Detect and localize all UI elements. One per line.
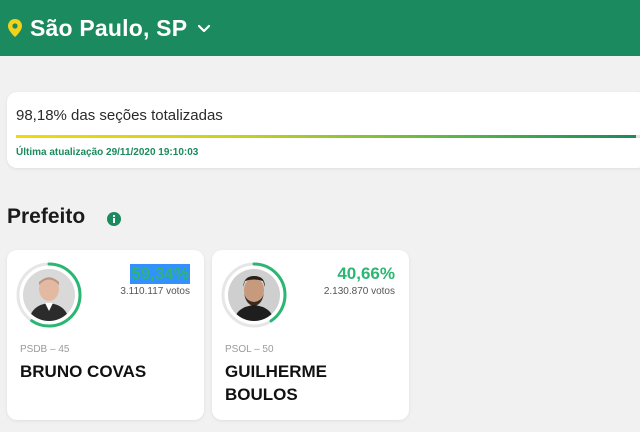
- candidate-name-line: GUILHERME: [225, 362, 327, 381]
- vote-count: 3.110.117 votos: [120, 286, 190, 297]
- section-title: Prefeito: [7, 205, 86, 228]
- party-number: PSOL – 50: [225, 344, 274, 355]
- party-number: PSDB – 45: [20, 344, 70, 355]
- candidate-card[interactable]: 40,66% 2.130.870 votos PSOL – 50 GUILHER…: [212, 250, 409, 420]
- vote-percentage: 59,34%: [130, 264, 190, 284]
- map-pin-icon: [8, 19, 22, 37]
- vote-percentage: 40,66%: [337, 264, 395, 283]
- progress-bar: [16, 135, 640, 138]
- progress-bar-fill: [16, 135, 636, 138]
- candidate-name: BRUNO COVAS: [20, 362, 147, 381]
- totalization-card: 98,18% das seções totalizadas Última atu…: [7, 92, 640, 168]
- candidate-name: GUILHERME BOULOS: [225, 360, 400, 406]
- chevron-down-icon[interactable]: [197, 24, 211, 34]
- sections-totalized-text: 98,18% das seções totalizadas: [16, 107, 223, 124]
- candidate-photo: [23, 269, 75, 321]
- candidate-card[interactable]: 59,34% 3.110.117 votos PSDB – 45 BRUNO C…: [7, 250, 204, 420]
- candidate-name-line: BOULOS: [225, 385, 298, 404]
- candidate-photo: [228, 269, 280, 321]
- top-bar: São Paulo, SP: [0, 0, 640, 56]
- info-icon[interactable]: [107, 212, 121, 226]
- vote-count: 2.130.870 votos: [323, 286, 395, 297]
- location-title[interactable]: São Paulo, SP: [30, 15, 187, 42]
- last-update-text: Última atualização 29/11/2020 19:10:03: [16, 147, 199, 158]
